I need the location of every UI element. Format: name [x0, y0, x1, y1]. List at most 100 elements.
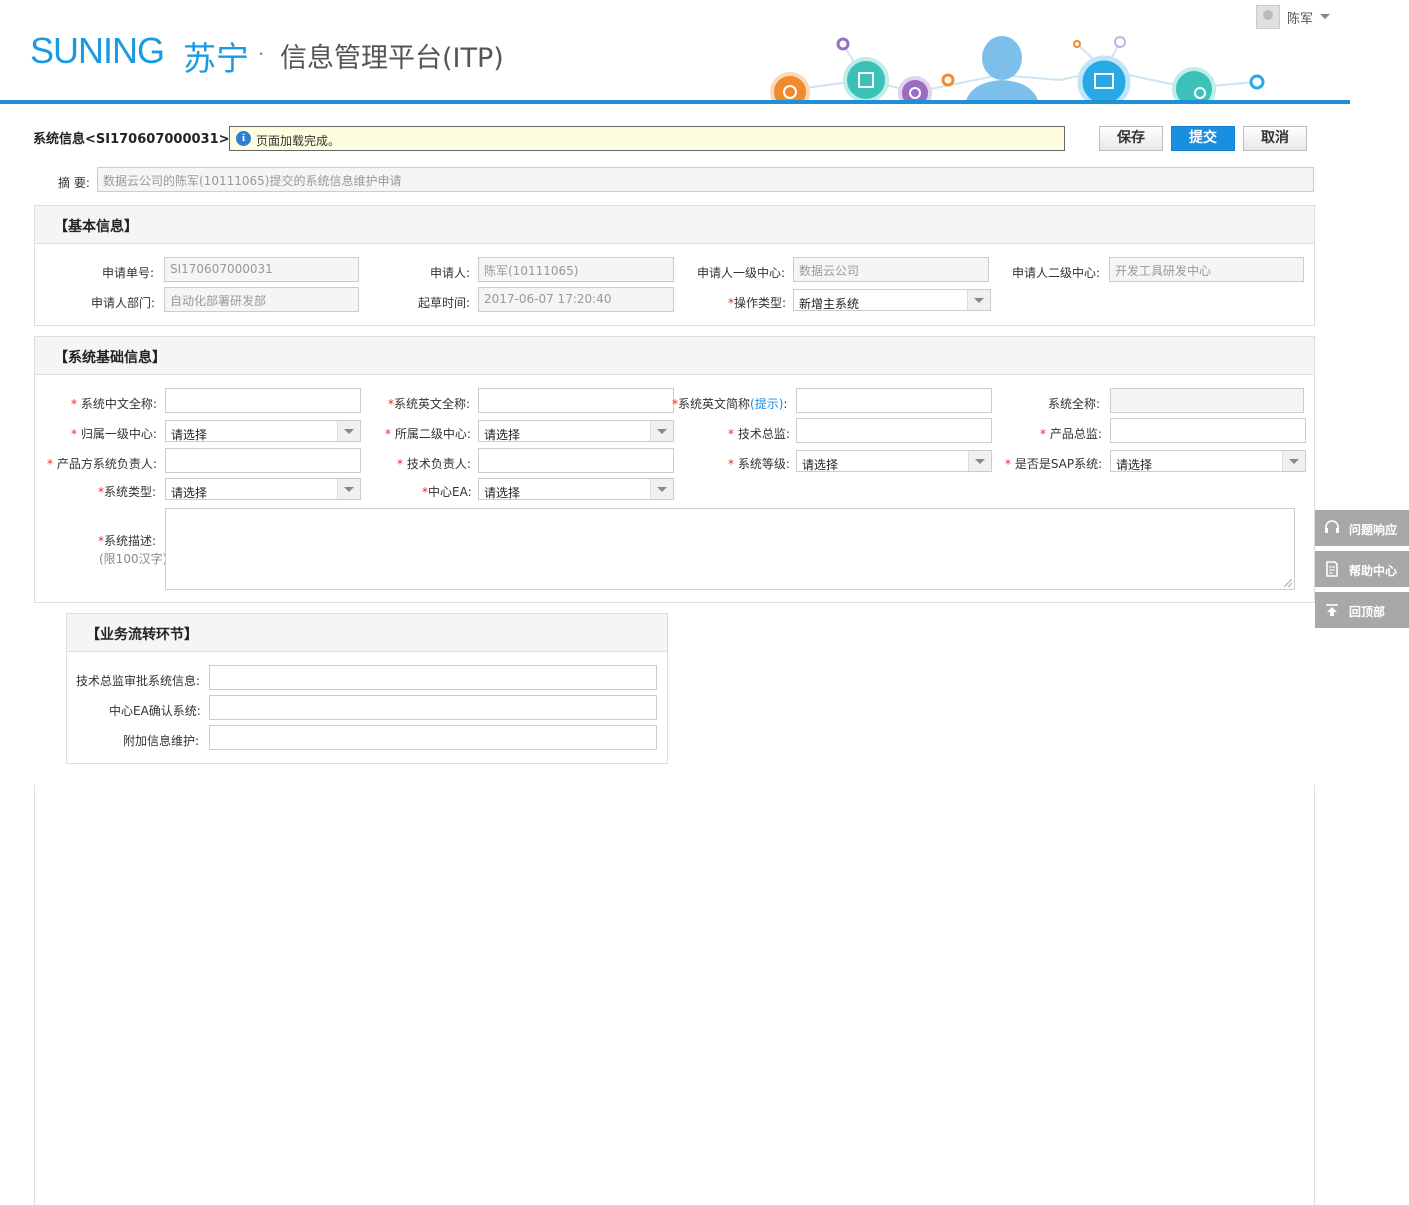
level-value: 请选择: [802, 458, 839, 472]
back-to-top-label: 回顶部: [1349, 605, 1386, 619]
workflow-step-field[interactable]: [209, 695, 657, 720]
sys-type-select[interactable]: 请选择: [165, 478, 361, 500]
chart-icon: [1077, 55, 1131, 104]
is-sap-label: * 是否是SAP系统:: [1005, 457, 1103, 471]
en-name-input[interactable]: [478, 388, 674, 413]
chevron-down-icon: [1282, 451, 1305, 471]
tech-owner-label: * 技术负责人:: [397, 457, 471, 471]
full-name-label: 系统全称:: [1048, 397, 1101, 411]
chevron-down-icon: [650, 479, 673, 499]
en-abbr-input[interactable]: [796, 388, 992, 413]
chevron-down-icon: [968, 451, 991, 471]
logo-brand-cn: 苏宁: [183, 39, 249, 78]
status-message: i 页面加载完成。: [229, 126, 1065, 151]
applicant-label: 申请人:: [430, 266, 471, 280]
headset-icon: [1325, 520, 1339, 533]
hint-link[interactable]: (提示): [750, 397, 783, 411]
user-name: 陈军: [1287, 12, 1314, 27]
is-sap-value: 请选择: [1116, 458, 1153, 472]
save-button[interactable]: 保存: [1099, 126, 1163, 151]
workflow-header: 【业务流转环节】: [67, 614, 667, 652]
op-type-select[interactable]: 新增主系统: [793, 289, 991, 311]
draft-time-label: 起草时间:: [418, 296, 471, 310]
desc-limit-label: (限100汉字): [99, 552, 168, 566]
en-name-label: *系统英文全称:: [388, 397, 471, 411]
tech-director-input[interactable]: [796, 418, 992, 443]
tech-owner-input[interactable]: [478, 448, 674, 473]
workflow-step-label: 中心EA确认系统:: [109, 704, 201, 718]
full-name-field[interactable]: [1110, 388, 1304, 413]
resize-handle-icon[interactable]: [1284, 579, 1292, 587]
sys-type-label: *系统类型:: [98, 485, 157, 499]
center-ea-label: *中心EA:: [422, 485, 472, 499]
center2-value: 请选择: [484, 428, 521, 442]
chevron-down-icon[interactable]: [1320, 14, 1330, 19]
level-label: * 系统等级:: [728, 457, 790, 471]
calendar-icon: [843, 57, 889, 103]
person-icon: [965, 36, 1039, 104]
arrow-up-icon: [1326, 604, 1338, 616]
applicant-center2-label: 申请人二级中心:: [1012, 266, 1101, 280]
back-to-top-button[interactable]: 回顶部: [1315, 592, 1409, 628]
help-center-button[interactable]: 帮助中心: [1315, 551, 1409, 587]
summary-field[interactable]: 数据云公司的陈军(10111065)提交的系统信息维护申请: [97, 167, 1314, 192]
center1-value: 请选择: [171, 428, 208, 442]
center-ea-value: 请选择: [484, 486, 521, 500]
workflow-step-field[interactable]: [209, 665, 657, 690]
sys-type-value: 请选择: [171, 486, 208, 500]
center1-label: * 归属一级中心:: [71, 427, 157, 441]
product-director-input[interactable]: [1110, 418, 1306, 443]
workflow-title: 【业务流转环节】: [86, 627, 198, 643]
request-no-field[interactable]: SI170607000031: [164, 257, 359, 282]
system-info-header: 【系统基础信息】: [35, 337, 1314, 375]
document-icon: [1326, 561, 1338, 577]
submit-button[interactable]: 提交: [1171, 126, 1235, 151]
chevron-down-icon: [337, 479, 360, 499]
center-ea-select[interactable]: 请选择: [478, 478, 674, 500]
basic-info-title: 【基本信息】: [54, 219, 138, 235]
page-title: 系统信息<SI170607000031>: [33, 132, 230, 147]
status-message-text: 页面加载完成。: [256, 134, 341, 148]
en-abbr-label: *系统英文简称(提示):: [672, 397, 788, 411]
feedback-button[interactable]: 问题响应: [1315, 510, 1409, 546]
avatar: [1256, 5, 1280, 29]
schedule-icon: [1172, 67, 1216, 104]
level-select[interactable]: 请选择: [796, 450, 992, 472]
applicant-center2-field[interactable]: 开发工具研发中心: [1109, 257, 1304, 282]
op-type-value: 新增主系统: [799, 297, 860, 311]
summary-label: 摘 要:: [58, 176, 90, 190]
content-frame: [34, 785, 1315, 1205]
tech-director-label: * 技术总监:: [728, 427, 790, 441]
applicant-center1-field[interactable]: 数据云公司: [793, 257, 989, 282]
applicant-field[interactable]: 陈军(10111065): [478, 257, 674, 282]
header-divider: [0, 100, 1350, 104]
basic-info-header: 【基本信息】: [35, 206, 1314, 244]
draft-time-field[interactable]: 2017-06-07 17:20:40: [478, 287, 674, 312]
desc-textarea[interactable]: [165, 508, 1295, 590]
center1-select[interactable]: 请选择: [165, 420, 361, 442]
cn-name-input[interactable]: [165, 388, 361, 413]
product-name: 信息管理平台(ITP): [280, 43, 504, 74]
cn-name-label: * 系统中文全称:: [71, 397, 157, 411]
feedback-label: 问题响应: [1349, 523, 1398, 537]
center2-select[interactable]: 请选择: [478, 420, 674, 442]
chevron-down-icon: [337, 421, 360, 441]
info-icon: i: [236, 131, 251, 146]
dept-field[interactable]: 自动化部署研发部: [164, 287, 359, 312]
product-owner-label: * 产品方系统负责人:: [47, 457, 157, 471]
cancel-button[interactable]: 取消: [1243, 126, 1307, 151]
workflow-step-field[interactable]: [209, 725, 657, 750]
banner-illustration: [770, 36, 1265, 104]
logo-dot: ·: [258, 42, 265, 66]
workflow-step-label: 附加信息维护:: [123, 734, 200, 748]
app-header: SUNING 苏宁 · 信息管理平台(ITP): [0, 0, 1350, 104]
help-center-label: 帮助中心: [1349, 564, 1398, 578]
workflow-step-label: 技术总监审批系统信息:: [76, 674, 201, 688]
product-director-label: * 产品总监:: [1040, 427, 1102, 441]
logo-brand-en: SUNING: [30, 30, 165, 71]
request-no-label: 申请单号:: [102, 266, 155, 280]
desc-label: *系统描述:: [98, 534, 157, 548]
op-type-label: *操作类型:: [728, 296, 787, 310]
product-owner-input[interactable]: [165, 448, 361, 473]
is-sap-select[interactable]: 请选择: [1110, 450, 1306, 472]
